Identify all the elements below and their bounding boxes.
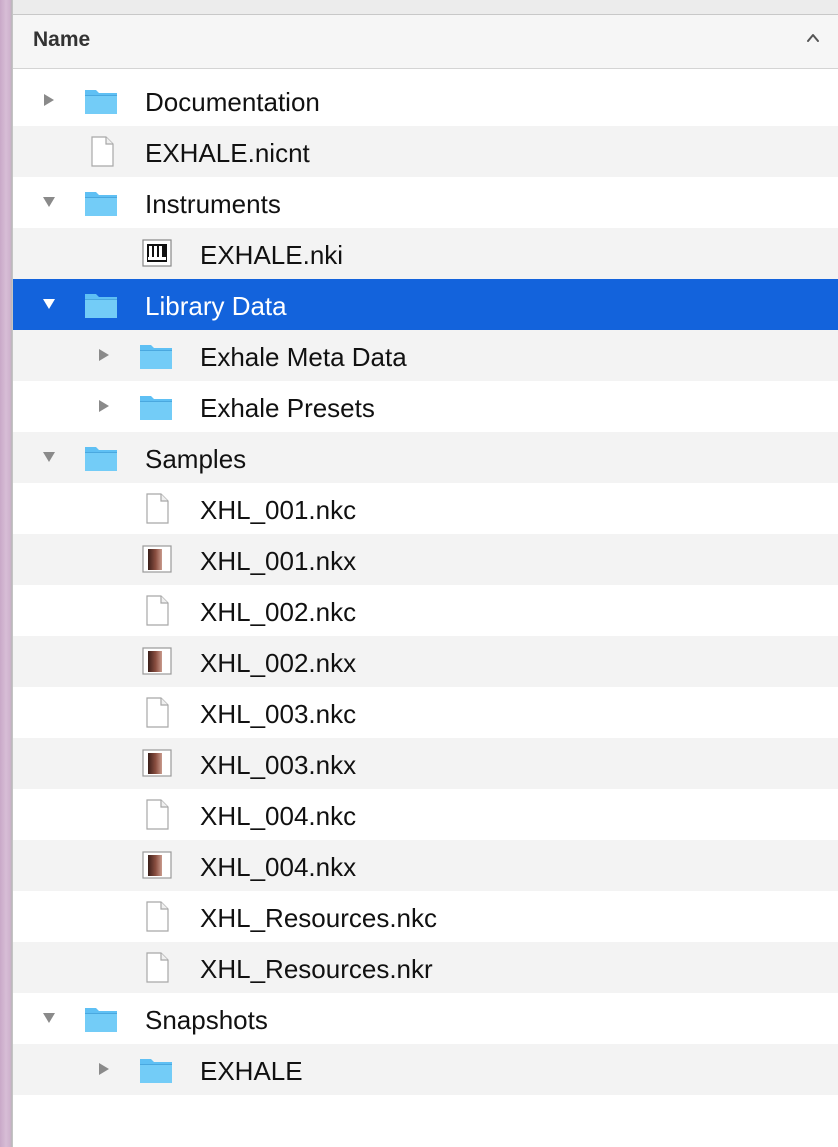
finder-window-page: Name Documentation EXHALE.nicnt Instrument…: [0, 0, 838, 1147]
file-row[interactable]: XHL_003.nkc: [13, 687, 838, 738]
folder-row[interactable]: Samples: [13, 432, 838, 483]
file-list: Documentation EXHALE.nicnt Instruments EXHA…: [13, 75, 838, 1146]
row-label: XHL_003.nkc: [200, 699, 357, 729]
row-label: XHL_004.nkc: [200, 801, 357, 831]
document-icon: [138, 594, 174, 626]
folder-row[interactable]: Library Data: [13, 279, 838, 330]
row-label: Library Data: [145, 291, 287, 321]
row-label: XHL_001.nkc: [200, 495, 357, 525]
sample-file-icon: [138, 543, 174, 575]
row-label: Instruments: [145, 189, 281, 219]
folder-icon: [83, 1002, 119, 1034]
document-icon: [83, 135, 119, 167]
folder-icon: [138, 339, 174, 371]
folder-icon: [138, 1053, 174, 1085]
folder-row[interactable]: EXHALE: [13, 1044, 838, 1095]
document-icon: [138, 696, 174, 728]
disclosure-right-icon[interactable]: [96, 347, 112, 363]
sample-file-icon: [138, 849, 174, 881]
row-label: Exhale Meta Data: [200, 342, 407, 372]
folder-icon: [83, 288, 119, 320]
folder-row[interactable]: Instruments: [13, 177, 838, 228]
row-label: XHL_004.nkx: [200, 852, 357, 882]
file-row[interactable]: XHL_002.nkx: [13, 636, 838, 687]
document-icon: [138, 900, 174, 932]
disclosure-right-icon[interactable]: [96, 398, 112, 414]
row-label: XHL_003.nkx: [200, 750, 357, 780]
folder-row[interactable]: Exhale Presets: [13, 381, 838, 432]
row-label: XHL_Resources.nkc: [200, 903, 437, 933]
disclosure-down-icon[interactable]: [41, 1010, 57, 1026]
document-icon: [138, 492, 174, 524]
folder-icon: [83, 441, 119, 473]
document-icon: [138, 798, 174, 830]
folder-icon: [138, 390, 174, 422]
row-label: EXHALE.nicnt: [145, 138, 310, 168]
empty-row: [13, 1095, 838, 1146]
sample-file-icon: [138, 645, 174, 677]
row-label: XHL_Resources.nkr: [200, 954, 433, 984]
folder-icon: [83, 84, 119, 116]
folder-row[interactable]: Documentation: [13, 75, 838, 126]
file-row[interactable]: XHL_Resources.nkc: [13, 891, 838, 942]
disclosure-down-icon[interactable]: [41, 296, 57, 312]
file-row[interactable]: EXHALE.nicnt: [13, 126, 838, 177]
finder-list-view: Name Documentation EXHALE.nicnt Instrument…: [13, 14, 838, 1147]
row-label: Exhale Presets: [200, 393, 375, 423]
disclosure-right-icon[interactable]: [96, 1061, 112, 1077]
disclosure-down-icon[interactable]: [41, 449, 57, 465]
column-header[interactable]: Name: [13, 15, 838, 69]
sample-file-icon: [138, 747, 174, 779]
document-icon: [138, 951, 174, 983]
row-label: Samples: [145, 444, 247, 474]
row-label: EXHALE: [200, 1056, 303, 1086]
sort-ascending-icon[interactable]: [804, 29, 822, 47]
folder-row[interactable]: Snapshots: [13, 993, 838, 1044]
file-row[interactable]: XHL_003.nkx: [13, 738, 838, 789]
row-label: Snapshots: [145, 1005, 268, 1035]
file-row[interactable]: XHL_004.nkx: [13, 840, 838, 891]
row-label: XHL_001.nkx: [200, 546, 357, 576]
file-row[interactable]: EXHALE.nki: [13, 228, 838, 279]
row-label: XHL_002.nkx: [200, 648, 357, 678]
disclosure-down-icon[interactable]: [41, 194, 57, 210]
folder-row[interactable]: Exhale Meta Data: [13, 330, 838, 381]
file-row[interactable]: XHL_002.nkc: [13, 585, 838, 636]
file-row[interactable]: XHL_001.nkx: [13, 534, 838, 585]
name-column-header[interactable]: Name: [33, 28, 90, 52]
disclosure-right-icon[interactable]: [41, 92, 57, 108]
window-left-edge: [0, 0, 13, 1147]
file-row[interactable]: XHL_004.nkc: [13, 789, 838, 840]
file-row[interactable]: XHL_001.nkc: [13, 483, 838, 534]
file-row[interactable]: XHL_Resources.nkr: [13, 942, 838, 993]
instrument-icon: [138, 237, 174, 269]
row-label: EXHALE.nki: [200, 240, 344, 270]
window-top-strip: [0, 0, 838, 14]
row-label: XHL_002.nkc: [200, 597, 357, 627]
folder-icon: [83, 186, 119, 218]
row-label: Documentation: [145, 87, 320, 117]
